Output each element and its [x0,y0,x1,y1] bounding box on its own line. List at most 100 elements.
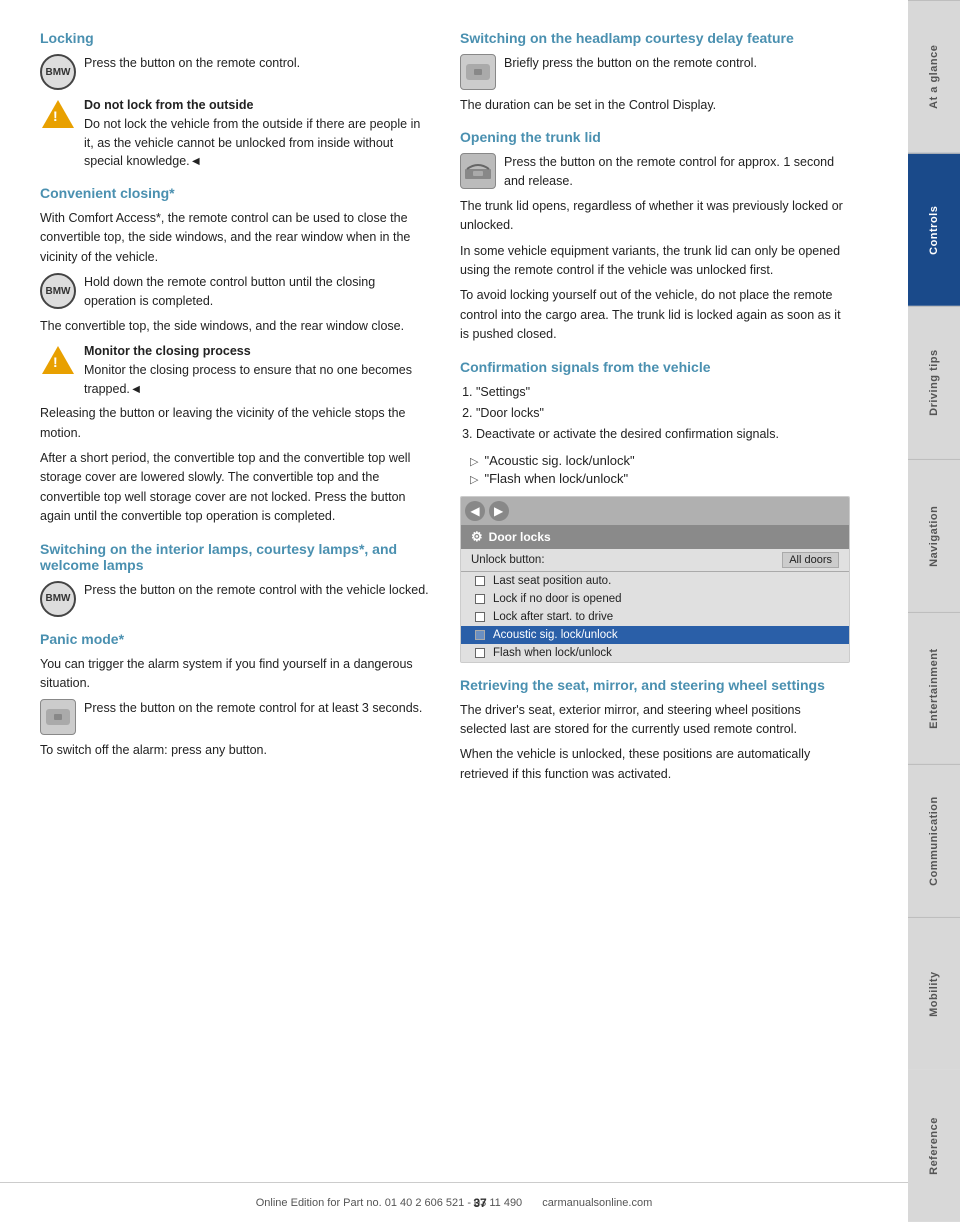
page-wrapper: Locking BMW Press the button on the remo… [0,0,960,1222]
locking-warning-row: Do not lock from the outside Do not lock… [40,96,430,171]
panic-mode-intro: You can trigger the alarm system if you … [40,655,430,694]
sidebar-tab-entertainment[interactable]: Entertainment [908,612,960,765]
screen-row-label-3: Acoustic sig. lock/unlock [493,629,618,641]
unlock-button-row: Unlock button: All doors [461,549,849,571]
headlamp-duration-text: The duration can be set in the Control D… [460,96,850,115]
screen-row-label-0: Last seat position auto. [493,575,611,587]
headlamp-icon-row: Briefly press the button on the remote c… [460,54,850,90]
panic-mode-title: Panic mode* [40,631,430,647]
monitor-text: Monitor the closing process to ensure th… [84,363,412,396]
hold-button-text: Hold down the remote control button unti… [84,273,430,311]
convenient-closing-title: Convenient closing* [40,185,430,201]
bullet-flash: ▷ "Flash when lock/unlock" [470,471,850,486]
switching-interior-title: Switching on the interior lamps, courtes… [40,541,430,573]
bullet-acoustic: ▷ "Acoustic sig. lock/unlock" [470,453,850,468]
screen-row-2: Lock after start. to drive [461,608,849,626]
screen-title: Door locks [489,530,551,544]
retrieving-seat-text2: When the vehicle is unlocked, these posi… [460,745,850,784]
screen-row-label-2: Lock after start. to drive [493,611,613,623]
headlamp-section: Switching on the headlamp courtesy delay… [460,30,850,115]
locking-icon-row: BMW Press the button on the remote contr… [40,54,430,90]
trunk-lid-section: Opening the trunk lid Press the button o… [460,129,850,344]
left-column: Locking BMW Press the button on the remo… [40,30,430,1162]
screen-title-bar: ⚙ Door locks [461,525,849,549]
screen-row-1: Lock if no door is opened [461,590,849,608]
trunk-text2: In some vehicle equipment variants, the … [460,242,850,281]
panic-mode-section: Panic mode* You can trigger the alarm sy… [40,631,430,761]
convenient-closing-intro: With Comfort Access*, the remote control… [40,209,430,267]
result-text: The convertible top, the side windows, a… [40,317,430,336]
checkbox-icon-2 [475,612,485,622]
sidebar-tab-navigation[interactable]: Navigation [908,459,960,612]
bullet-arrow-icon-2: ▷ [470,473,478,486]
hold-button-row: BMW Hold down the remote control button … [40,273,430,311]
page-footer: Online Edition for Part no. 01 40 2 606 … [0,1182,908,1222]
retrieving-seat-text1: The driver's seat, exterior mirror, and … [460,701,850,740]
step-3: Deactivate or activate the desired confi… [476,425,850,444]
monitor-content: Monitor the closing process Monitor the … [84,342,430,398]
locking-warning-title: Do not lock from the outside [84,96,430,115]
trunk-press-text: Press the button on the remote control f… [504,153,850,191]
checkbox-icon-1 [475,594,485,604]
switch-off-text: To switch off the alarm: press any butto… [40,741,430,760]
remote-svg-icon [46,709,70,725]
switching-interior-section: Switching on the interior lamps, courtes… [40,541,430,617]
bmw-remote-icon-2: BMW [40,273,76,309]
releasing-text: Releasing the button or leaving the vici… [40,404,430,443]
panic-remote-row: Press the button on the remote control f… [40,699,430,735]
remote-panic-icon [40,699,76,735]
nav-left-arrow[interactable]: ◀ [465,501,485,521]
screen-row-3-highlighted: Acoustic sig. lock/unlock [461,626,849,644]
footer-brand: carmanualsonline.com [542,1197,652,1209]
screen-row-label-4: Flash when lock/unlock [493,647,612,659]
gear-icon: ⚙ [471,529,483,545]
trunk-text3: To avoid locking yourself out of the veh… [460,286,850,344]
locking-section: Locking BMW Press the button on the remo… [40,30,430,171]
remote-headlamp-svg [466,64,490,80]
bullet-flash-text: "Flash when lock/unlock" [484,471,628,486]
door-locks-screen: ◀ ▶ ⚙ Door locks Unlock button: All door… [460,496,850,663]
screen-row-4: Flash when lock/unlock [461,644,849,662]
checkbox-icon-3 [475,630,485,640]
sidebar-tab-reference[interactable]: Reference [908,1070,960,1222]
remote-headlamp-icon [460,54,496,90]
checkbox-icon-4 [475,648,485,658]
convenient-closing-section: Convenient closing* With Comfort Access*… [40,185,430,527]
confirmation-steps-list: "Settings" "Door locks" Deactivate or ac… [476,383,850,445]
locking-warning-content: Do not lock from the outside Do not lock… [84,96,430,171]
sidebar-tab-communication[interactable]: Communication [908,764,960,917]
trunk-icon-row: Press the button on the remote control f… [460,153,850,191]
trunk-text1: The trunk lid opens, regardless of wheth… [460,197,850,236]
page-number: 37 [473,1196,486,1210]
confirmation-signals-section: Confirmation signals from the vehicle "S… [460,359,850,663]
unlock-label: Unlock button: [471,554,545,566]
sidebar: At a glance Controls Driving tips Naviga… [908,0,960,1222]
retrieving-seat-title: Retrieving the seat, mirror, and steerin… [460,677,850,693]
screen-nav-bar: ◀ ▶ [461,497,849,525]
main-content: Locking BMW Press the button on the remo… [0,0,908,1222]
monitor-title: Monitor the closing process [84,342,430,361]
locking-press-text: Press the button on the remote control. [84,54,430,73]
bmw-remote-icon: BMW [40,54,76,90]
screen-row-label-1: Lock if no door is opened [493,593,622,605]
interior-lamps-row: BMW Press the button on the remote contr… [40,581,430,617]
warning-triangle-icon [40,96,76,132]
sidebar-tab-controls[interactable]: Controls [908,153,960,306]
bullet-arrow-icon-1: ▷ [470,455,478,468]
screen-row-0: Last seat position auto. [461,572,849,590]
panic-press-text: Press the button on the remote control f… [84,699,430,718]
trunk-lid-icon [460,153,496,189]
after-short-text: After a short period, the convertible to… [40,449,430,527]
sidebar-tab-mobility[interactable]: Mobility [908,917,960,1070]
unlock-value: All doors [782,552,839,568]
headlamp-press-text: Briefly press the button on the remote c… [504,54,850,73]
bullet-acoustic-text: "Acoustic sig. lock/unlock" [484,453,634,468]
sidebar-tab-at-a-glance[interactable]: At a glance [908,0,960,153]
step-2: "Door locks" [476,404,850,423]
checkbox-icon-0 [475,576,485,586]
locking-title: Locking [40,30,430,46]
sidebar-tab-driving-tips[interactable]: Driving tips [908,306,960,459]
headlamp-title: Switching on the headlamp courtesy delay… [460,30,850,46]
step-1: "Settings" [476,383,850,402]
nav-right-arrow[interactable]: ▶ [489,501,509,521]
